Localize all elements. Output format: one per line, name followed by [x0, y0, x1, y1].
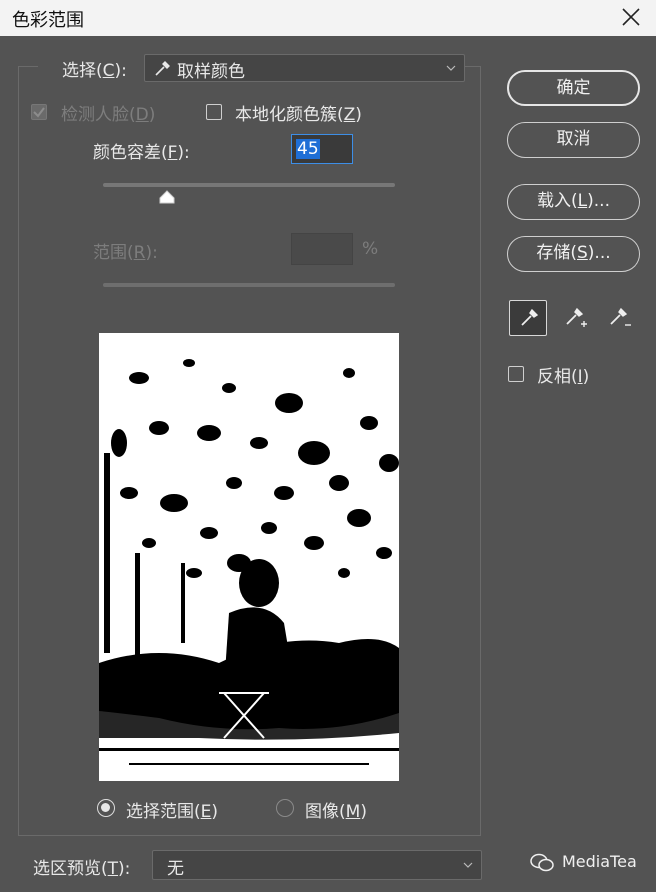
localized-clusters-checkbox[interactable]	[206, 104, 222, 120]
fuzziness-slider-track[interactable]	[103, 183, 395, 187]
range-slider-track[interactable]	[103, 283, 395, 287]
add-to-sample-tool[interactable]	[555, 300, 593, 336]
checkmark-icon	[33, 107, 45, 118]
load-button[interactable]: 载入(L)...	[507, 184, 640, 220]
select-value: 取样颜色	[177, 62, 245, 82]
cancel-button[interactable]: 取消	[507, 122, 640, 158]
selection-preview-dropdown[interactable]: 无	[152, 850, 482, 880]
ok-button[interactable]: 确定	[507, 70, 640, 106]
invert-label: 反相(I)	[537, 367, 590, 387]
eyedropper-minus-icon	[610, 307, 631, 326]
range-unit: %	[362, 239, 379, 259]
fuzziness-value: 45	[296, 139, 320, 159]
selection-preview[interactable]	[99, 333, 399, 781]
view-image-label: 图像(M)	[305, 802, 367, 822]
select-label: 选择(C):	[62, 61, 127, 81]
window-title: 色彩范围	[12, 10, 84, 31]
view-image-radio[interactable]	[276, 799, 294, 817]
preview-mask-image	[99, 333, 399, 781]
eyedropper-plus-icon	[566, 307, 587, 327]
selection-preview-value: 无	[167, 859, 184, 879]
eyedropper-icon	[521, 308, 539, 326]
chevron-down-icon	[446, 65, 456, 71]
subtract-from-sample-tool[interactable]	[601, 300, 639, 336]
watermark-text: MediaTea	[562, 852, 637, 871]
close-icon[interactable]	[620, 6, 642, 28]
eyedropper-icon	[155, 61, 170, 76]
fuzziness-label: 颜色容差(F):	[93, 143, 190, 163]
selection-preview-label: 选区预览(T):	[33, 859, 131, 879]
eyedropper-tool[interactable]	[509, 300, 547, 336]
detect-faces-label: 检测人脸(D)	[61, 105, 156, 125]
select-dropdown[interactable]: 取样颜色	[144, 54, 465, 82]
fuzziness-slider-thumb[interactable]	[159, 190, 175, 204]
detect-faces-checkbox[interactable]	[31, 104, 47, 120]
save-button[interactable]: 存储(S)...	[507, 236, 640, 272]
wechat-icon	[530, 853, 554, 872]
range-label: 范围(R):	[93, 243, 158, 263]
range-input[interactable]	[291, 233, 353, 265]
invert-checkbox[interactable]	[508, 366, 524, 382]
view-selection-label: 选择范围(E)	[126, 802, 219, 822]
title-bar: 色彩范围	[0, 0, 656, 36]
view-selection-radio[interactable]	[97, 799, 115, 817]
localized-clusters-label: 本地化颜色簇(Z)	[235, 105, 362, 125]
fuzziness-input[interactable]: 45	[291, 134, 353, 164]
chevron-down-icon	[463, 862, 473, 868]
